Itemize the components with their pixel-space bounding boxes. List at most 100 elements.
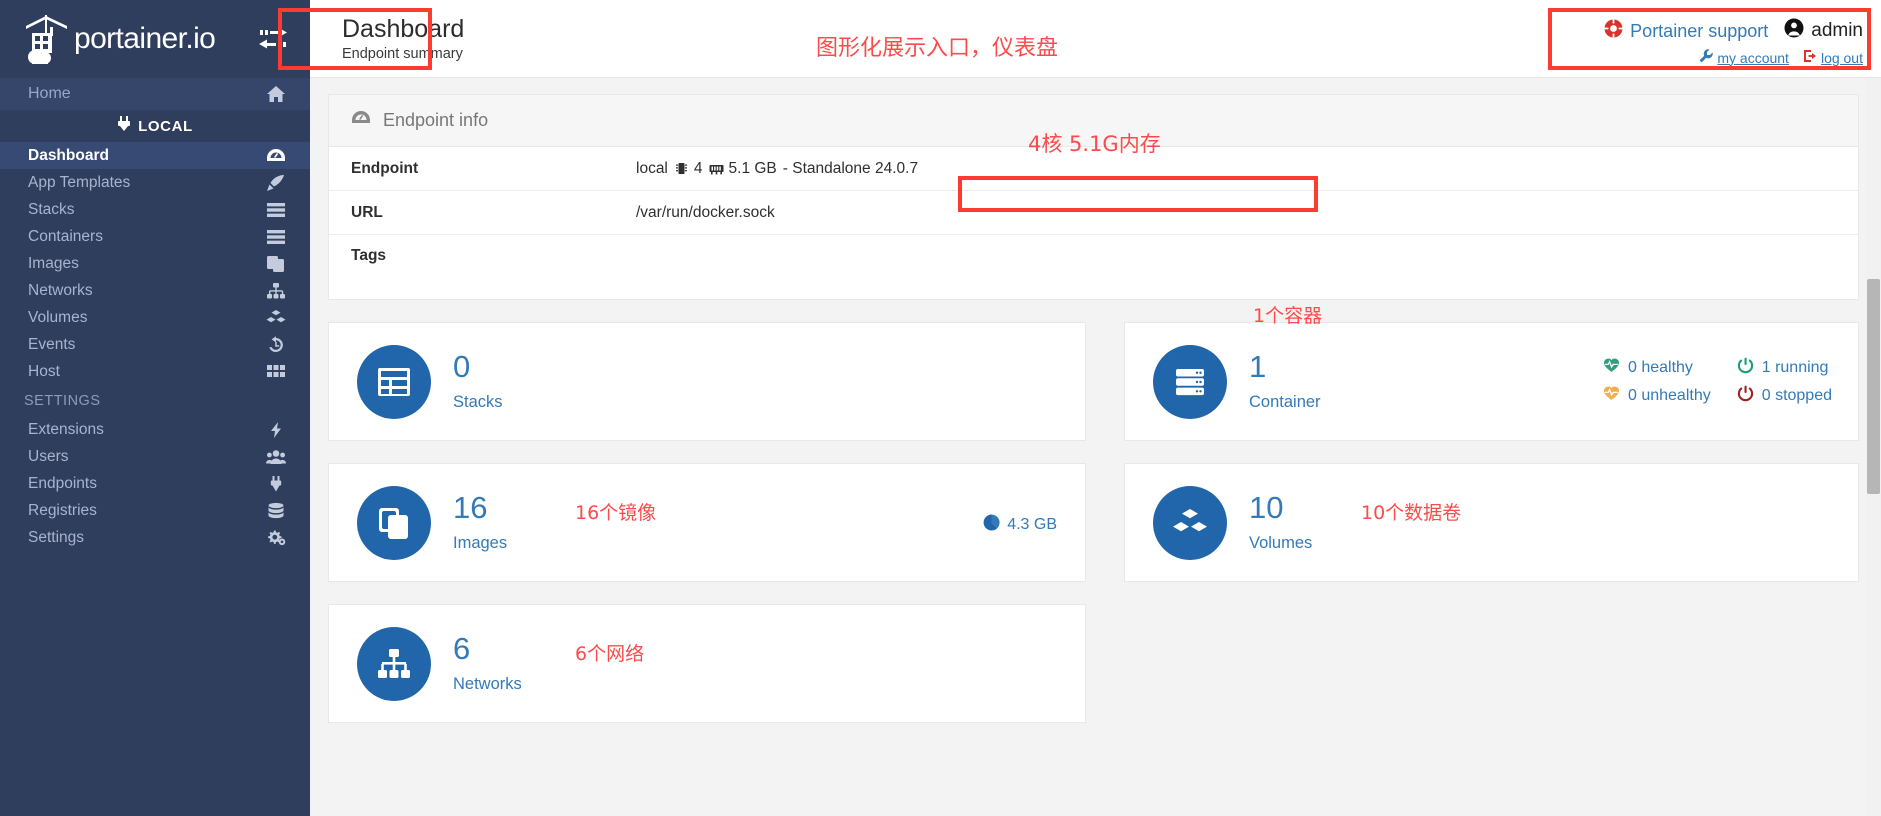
sidebar-item-label: Users (28, 447, 69, 465)
logout-icon (1803, 49, 1817, 66)
endpoint-info-title: Endpoint info (383, 110, 489, 130)
dashboard-icon (266, 147, 286, 165)
memory-icon (709, 160, 724, 178)
sidebar-item-images[interactable]: Images (0, 250, 310, 277)
sidebar-item-dashboard[interactable]: Dashboard (0, 142, 310, 169)
cpu-icon (674, 160, 689, 178)
sidebar-item-home[interactable]: Home (0, 78, 310, 110)
sidebar-filler (0, 551, 310, 816)
endpoint-cpu: 4 (674, 160, 703, 178)
endpoint-info-panel: Endpoint info Endpoint local 4 5.1 GB - … (328, 94, 1859, 300)
containers-label: Container (1249, 393, 1321, 411)
vertical-scrollbar[interactable] (1866, 79, 1881, 816)
plug-icon (266, 475, 286, 493)
sidebar-item-users[interactable]: Users (0, 443, 310, 470)
user-circle-icon (1784, 18, 1804, 44)
health-stopped-label: 0 stopped (1761, 387, 1832, 404)
collapse-arrows-icon[interactable] (258, 27, 288, 51)
sidebar-item-label: Host (28, 362, 60, 380)
networks-card[interactable]: 6 Networks 6个网络 (328, 604, 1086, 723)
sidebar-item-label: Dashboard (28, 146, 109, 164)
heartbeat-orange-icon (1603, 385, 1620, 407)
plug-icon (117, 116, 131, 136)
page-title-block: Dashboard Endpoint summary (330, 10, 474, 70)
annotation-endpoint-info: 4核 5.1G内存 (1028, 132, 1161, 156)
endpoint-name: local (636, 159, 668, 177)
home-icon (266, 85, 286, 103)
stacks-card[interactable]: 0 Stacks (328, 322, 1086, 441)
sidebar-item-endpoints[interactable]: Endpoints (0, 470, 310, 497)
content-area: Endpoint info Endpoint local 4 5.1 GB - … (310, 78, 1881, 723)
images-card[interactable]: 16 Images 16个镜像 4.3 GB (328, 463, 1086, 582)
endpoint-version: - Standalone 24.0.7 (782, 159, 919, 177)
power-green-icon (1737, 357, 1754, 379)
containers-icon (1153, 344, 1227, 419)
account-block: Portainer support admin my account log o… (1604, 18, 1863, 66)
topbar: Dashboard Endpoint summary 图形化展示入口，仪表盘 P… (310, 0, 1881, 78)
health-healthy: 0 healthy (1603, 357, 1711, 379)
power-red-icon (1737, 385, 1754, 407)
containers-card[interactable]: 1 Container 1个容器 0 healthy 1 running 0 u… (1124, 305, 1859, 441)
sidebar-item-label: Volumes (28, 308, 88, 326)
sidebar-item-label: Home (28, 85, 71, 102)
portainer-logo-icon (24, 13, 70, 65)
stacks-count: 0 (453, 349, 471, 384)
sidebar-item-label: Networks (28, 281, 93, 299)
annotation-containers: 1个容器 (1253, 305, 1323, 327)
stacks-icon (357, 344, 431, 419)
stat-card-grid: 0 Stacks 16 Images 16个镜像 4.3 GB 6 Networ… (328, 305, 1859, 723)
brand-header: portainer.io (0, 0, 310, 78)
logout-link[interactable]: log out (1803, 49, 1863, 66)
health-unhealthy-label: 0 unhealthy (1627, 387, 1711, 404)
sidebar-item-app-templates[interactable]: App Templates (0, 169, 310, 196)
images-label: Images (453, 534, 508, 552)
url-row-value: /var/run/docker.sock (636, 203, 775, 221)
scrollbar-thumb[interactable] (1867, 279, 1880, 494)
networks-icon (357, 626, 431, 701)
url-row-key: URL (351, 203, 383, 221)
images-total-size[interactable]: 4.3 GB (983, 514, 1057, 536)
cpu-count: 4 (693, 159, 703, 177)
logout-label: log out (1820, 49, 1863, 66)
stat-col-left: 0 Stacks 16 Images 16个镜像 4.3 GB 6 Networ… (328, 322, 1086, 723)
volumes-card[interactable]: 10 Volumes 10个数据卷 (1124, 463, 1859, 582)
my-account-link[interactable]: my account (1699, 49, 1789, 66)
portainer-app: portainer.io Home LOCAL Dashboard App Te… (0, 0, 1881, 816)
user-block[interactable]: admin (1784, 18, 1863, 44)
images-icon (357, 485, 431, 560)
annotation-volumes: 10个数据卷 (1361, 502, 1462, 524)
portainer-support-link[interactable]: Portainer support (1604, 19, 1768, 43)
sidebar-item-host[interactable]: Host (0, 358, 310, 385)
endpoint-row-value: local 4 5.1 GB - Standalone 24.0.7 (636, 160, 918, 178)
health-stopped: 0 stopped (1737, 385, 1832, 407)
sidebar-item-label: App Templates (28, 173, 131, 191)
sidebar-item-events[interactable]: Events (0, 331, 310, 358)
networks-meta: 6 Networks (453, 633, 522, 694)
sidebar-item-label: Stacks (28, 200, 75, 218)
tags-row-key: Tags (351, 247, 387, 264)
history-icon (266, 335, 286, 354)
images-meta: 16 Images (453, 492, 507, 553)
volumes-label: Volumes (1249, 534, 1313, 552)
sidebar-item-networks[interactable]: Networks (0, 277, 310, 304)
host-icon (266, 363, 286, 381)
page-subtitle: Endpoint summary (342, 45, 463, 62)
stacks-icon (266, 201, 286, 219)
containers-count: 1 (1249, 349, 1267, 384)
images-size-label: 4.3 GB (1007, 516, 1057, 533)
sidebar-section-settings: SETTINGS (0, 385, 310, 416)
health-unhealthy: 0 unhealthy (1603, 385, 1711, 407)
sidebar-item-volumes[interactable]: Volumes (0, 304, 310, 331)
networks-icon (266, 282, 286, 300)
sidebar-item-settings[interactable]: Settings (0, 524, 310, 551)
sidebar-item-stacks[interactable]: Stacks (0, 196, 310, 223)
lifebuoy-icon (1604, 19, 1623, 43)
containers-icon (266, 228, 286, 246)
stacks-label: Stacks (453, 393, 503, 411)
sidebar-item-containers[interactable]: Containers (0, 223, 310, 250)
stat-col-right: 1 Container 1个容器 0 healthy 1 running 0 u… (1124, 305, 1859, 723)
my-account-label: my account (1717, 49, 1789, 66)
dashboard-icon (351, 109, 371, 132)
sidebar-item-extensions[interactable]: Extensions (0, 416, 310, 443)
sidebar-item-registries[interactable]: Registries (0, 497, 310, 524)
